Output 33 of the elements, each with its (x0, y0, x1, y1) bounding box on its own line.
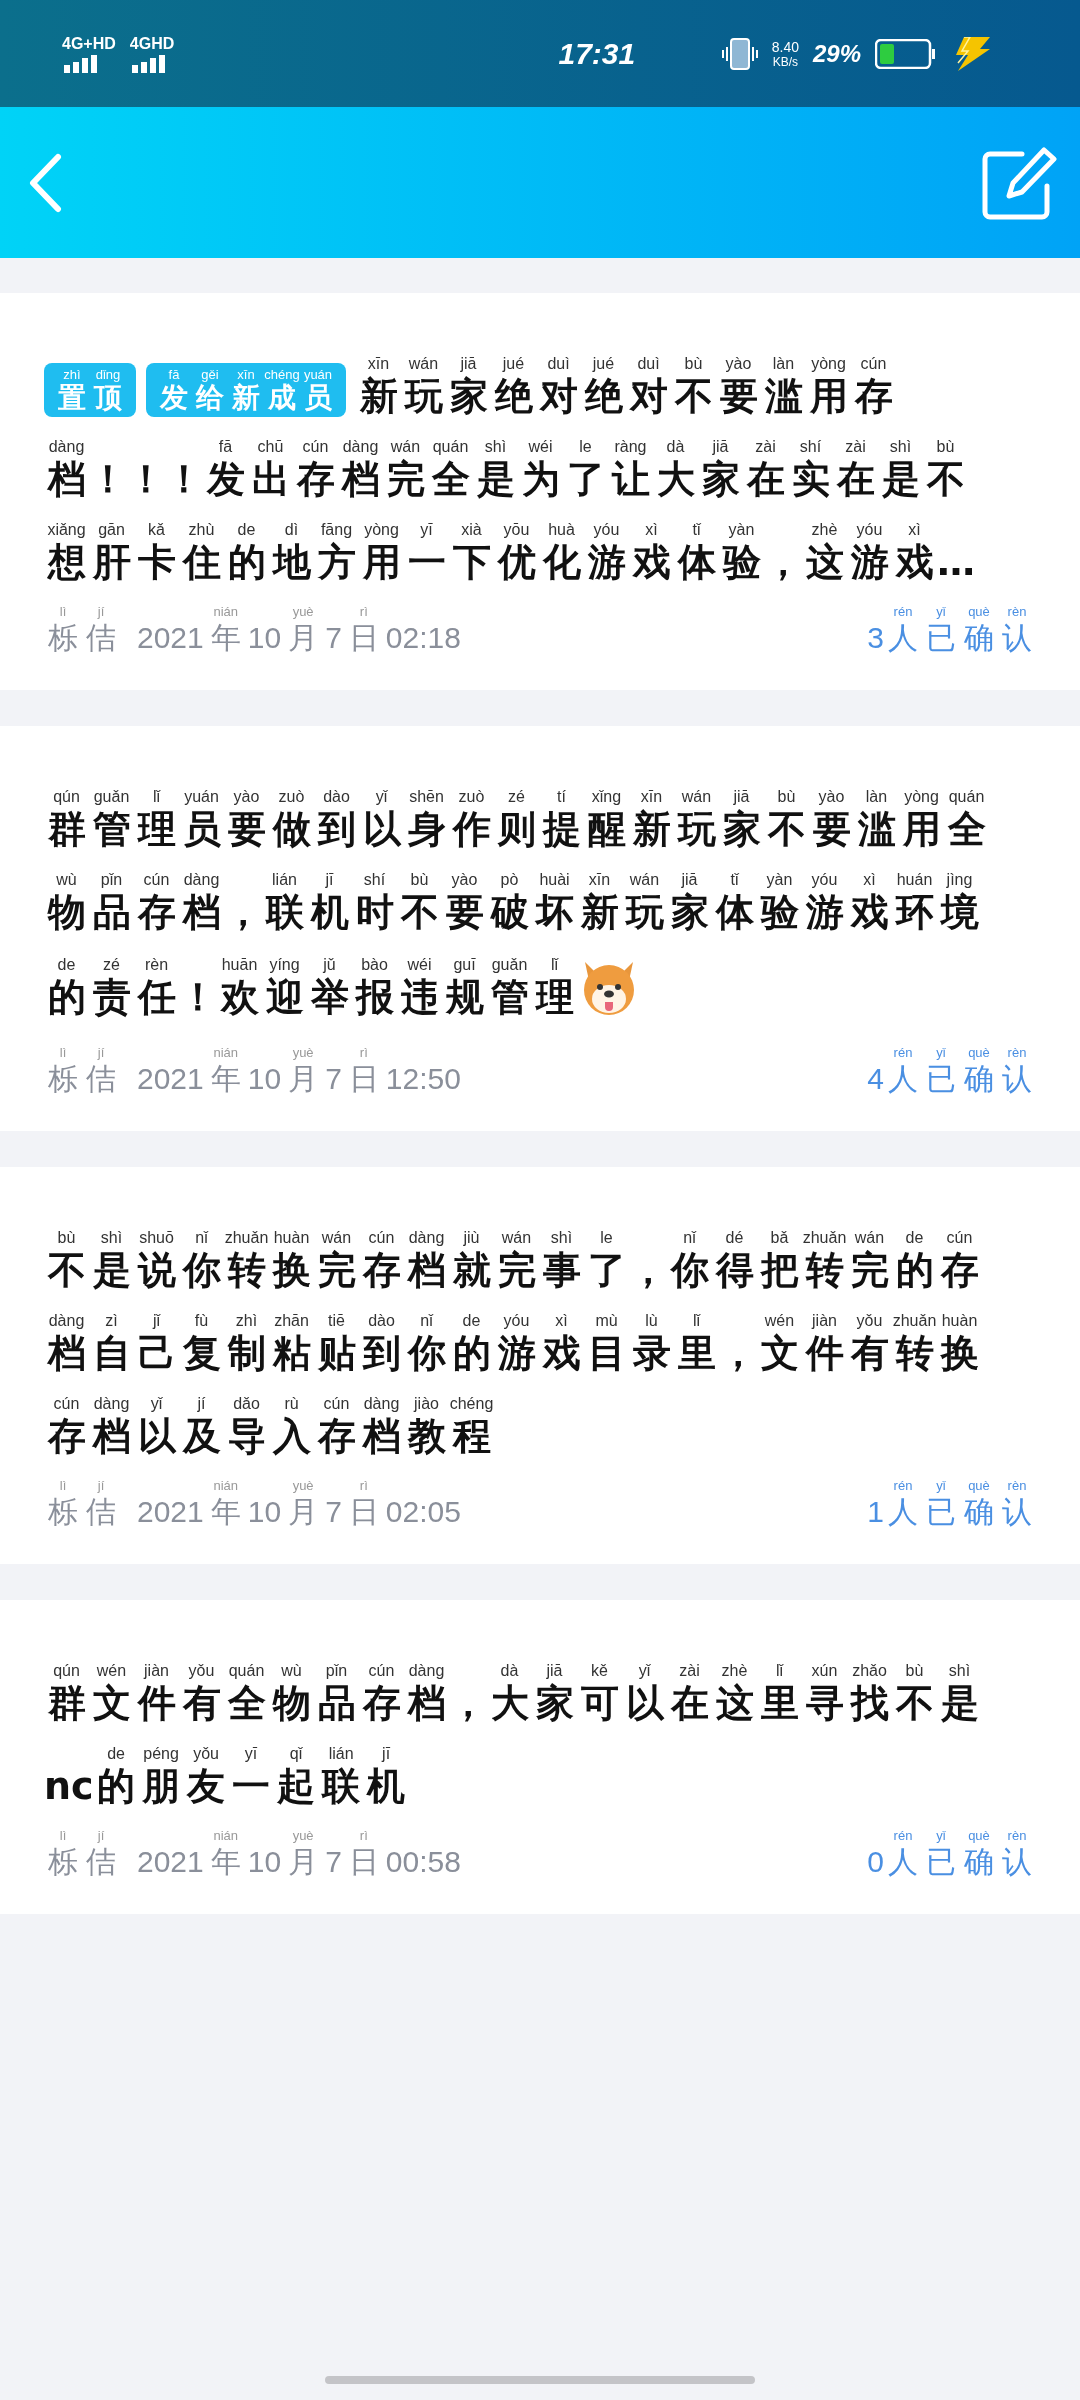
post-date: 2021 nián 年 10 yuè 月 7 rì 日 02:05 (136, 1478, 462, 1530)
notice-text: de 的 zé 责 rèn 任！ huān 欢 yíng 迎 jǔ 举 bào 报 wéi 违 guī 规 guǎn 管 lǐ 理 (46, 956, 575, 1021)
notice-text: bù 不 shì 是 shuō 说 nǐ 你 zhuǎn 转 huàn 换 wán 完 cún 存 dàng 档 jiù 就 wán 完 shì 事 le 了， nǐ 你 dé 得 bǎ 把 zhuǎn 转 wán 完 de 的 cún 存 dàng 档 zì 自 jǐ 己 fù 复 zhì 制 zhān 粘 tiē 贴 dào 到 nǐ 你 de 的 yóu 游 xì 戏 mù 目 lù 录 lǐ 里， wén 文 jiàn 件 yǒu 有 zhuǎn 转 huàn 换 cún 存 dàng 档 yǐ 以 jí 及 dǎo 导 rù 入 cún 存 dàng 档 jiào 教 chéng 程 (46, 1229, 980, 1459)
notice-text: qún 群 guǎn 管 lǐ 理 yuán 员 yào 要 zuò 做 dào 到 yǐ 以 shēn 身 zuò 作 zé 则 tí 提 xǐng 醒 xīn 新 wán 玩 jiā 家 bù 不 yào 要 làn 滥 yòng 用 quán 全 wù 物 pǐn 品 cún 存 dàng 档， lián 联 jī 机 shí 时 bù 不 yào 要 pò 破 huài 坏 xīn 新 wán 玩 jiā 家 tǐ 体 yàn 验 yóu 游 xì 戏 huán 环 jìng 境 (46, 788, 987, 935)
battery-icon (875, 38, 936, 69)
notice-card[interactable] (0, 293, 1080, 690)
edit-icon[interactable] (982, 145, 1058, 220)
confirm-count[interactable]: 0 rén 人 yǐ 已 què 确 rèn 认 (867, 1828, 1036, 1880)
speed-unit: KB/s (772, 54, 798, 69)
tag-label: zhì 置 dǐng 顶 (44, 363, 136, 417)
confirm-count[interactable]: 3 rén 人 yǐ 已 què 确 rèn 认 (867, 604, 1036, 656)
confirm-count[interactable]: 4 rén 人 yǐ 已 què 确 rèn 认 (867, 1045, 1036, 1097)
vibrate-icon (721, 37, 758, 70)
tag-label: fā 发 gěi 给 xīn 新 chéng 成 yuán 员 (146, 363, 346, 417)
post-date: 2021 nián 年 10 yuè 月 7 rì 日 02:18 (136, 604, 462, 656)
signal-icon (129, 54, 166, 73)
notice-card[interactable] (0, 726, 1080, 1131)
post-date: 2021 nián 年 10 yuè 月 7 rì 日 00:58 (136, 1828, 462, 1880)
author-name: lì 栎 jí 佶 (47, 1478, 117, 1530)
battery-percent: 29% (812, 39, 861, 68)
confirm-count[interactable]: 1 rén 人 yǐ 已 què 确 rèn 认 (867, 1478, 1036, 1530)
author-name: lì 栎 jí 佶 (47, 1045, 117, 1097)
clock-time: 17:31 (558, 36, 636, 71)
author-name: lì 栎 jí 佶 (47, 604, 117, 656)
network-speed: 8.40 (771, 38, 799, 55)
post-date: 2021 nián 年 10 yuè 月 7 rì 日 12:50 (136, 1045, 462, 1097)
author-name: lì 栎 jí 佶 (47, 1828, 117, 1880)
notice-text: xīn 新 wán 玩 jiā 家 jué 绝 duì 对 jué 绝 duì 对 bù 不 yào 要 làn 滥 yòng 用 cún 存 (358, 355, 894, 420)
notice-text: qún 群 wén 文 jiàn 件 yǒu 有 quán 全 wù 物 pǐn 品 cún 存 dàng 档， dà 大 jiā 家 kě 可 yǐ 以 zài 在 zhè 这 lǐ 里 xún 寻 zhǎo 找 bù 不 shì 是 nc de 的 péng 朋 yǒu 友 yī 一 qǐ 起 lián 联 jī 机 (44, 1662, 980, 1809)
network-label: 4GHD (129, 34, 175, 53)
network-label: 4G+HD (62, 34, 116, 53)
notice-text: dàng 档！！！ fā 发 chū 出 cún 存 dàng 档 wán 完 quán 全 shì 是 wéi 为 le 了 ràng 让 dà 大 jiā 家 zài 在 shí 实 zài 在 shì 是 bù 不 xiǎng 想 gān 肝 kǎ 卡 zhù 住 de 的 dì 地 fāng 方 yòng 用 yī 一 xià 下 yōu 优 huà 化 yóu 游 xì 戏 tǐ 体 yàn 验， zhè 这 yóu 游 xì 戏… (46, 438, 976, 585)
signal-icon (62, 54, 98, 73)
